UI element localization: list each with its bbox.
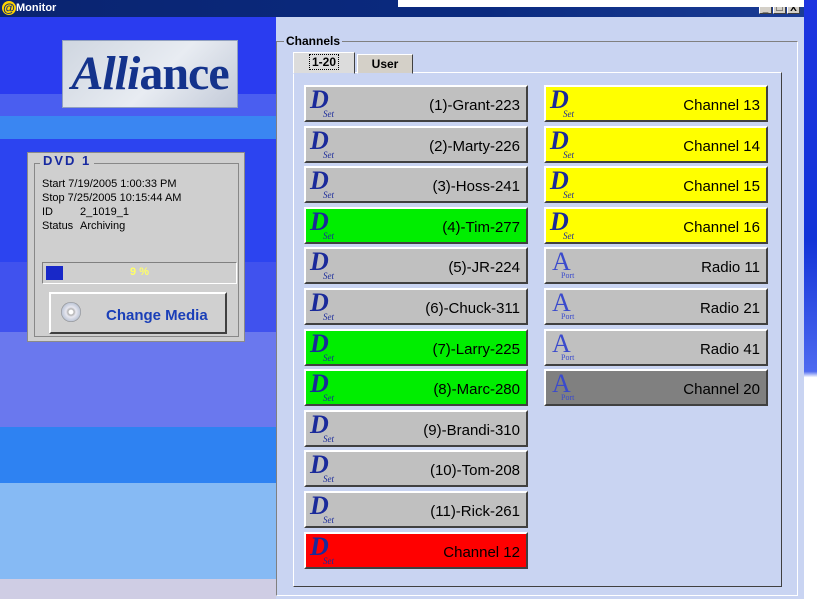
- channel-type-label: Set: [563, 149, 574, 160]
- tab-1-20-label: 1-20: [308, 54, 340, 70]
- channel-name: Channel 13: [683, 97, 760, 114]
- channel-type-label: Set: [323, 555, 334, 566]
- channel-name: (7)-Larry-225: [432, 340, 520, 358]
- channel-button[interactable]: A Port Channel 20: [544, 369, 768, 407]
- channel-type-label: Set: [323, 312, 334, 322]
- channel-name: Radio 41: [699, 340, 760, 358]
- progress-text: 9 %: [130, 266, 149, 278]
- channel-name: (2)-Marty-226: [429, 137, 520, 155]
- window-title: Monitor: [16, 2, 57, 14]
- archive-progress-bar: 9 %: [42, 262, 237, 284]
- channel-type-label: Set: [323, 230, 334, 241]
- channel-type-label: Set: [563, 109, 574, 119]
- channel-type-label: Set: [323, 190, 334, 201]
- alliance-logo: Alliance: [62, 40, 238, 108]
- channel-type-label: Set: [323, 271, 334, 282]
- channel-button[interactable]: D Set (5)-JR-224: [304, 247, 528, 285]
- channel-type-label: Set: [323, 352, 334, 363]
- channel-name: (9)-Brandi-310: [423, 421, 520, 439]
- dvd-title: DVD 1: [40, 153, 95, 168]
- channel-button[interactable]: D Set (1)-Grant-223: [304, 85, 528, 122]
- channel-type-label: Port: [561, 271, 575, 281]
- dvd-id-label: ID: [42, 206, 53, 218]
- channel-name: Channel 14: [683, 137, 760, 155]
- channel-button[interactable]: D Set Channel 13: [544, 85, 768, 122]
- channel-button[interactable]: A Port Radio 41: [544, 328, 768, 366]
- dvd-start-time: Start 7/19/2005 1:00:33 PM: [42, 178, 177, 190]
- monitor-window: @ Monitor _ □ X Alliance DVD 1 Start 7/1…: [0, 0, 804, 599]
- channel-button[interactable]: D Set (11)-Rick-261: [304, 491, 528, 528]
- channel-name: Channel 16: [683, 218, 760, 236]
- channel-button[interactable]: D Set Channel 14: [544, 125, 768, 163]
- channel-button[interactable]: D Set Channel 15: [544, 166, 768, 204]
- channel-button[interactable]: A Port Radio 11: [544, 247, 768, 285]
- channel-type-label: Set: [323, 109, 334, 119]
- tab-1-20[interactable]: 1-20: [293, 52, 355, 74]
- channel-button[interactable]: D Set Channel 12: [304, 531, 528, 569]
- channel-name: Channel 20: [683, 381, 760, 399]
- channel-name: (8)-Marc-280: [433, 381, 520, 399]
- channel-button[interactable]: D Set (6)-Chuck-311: [304, 288, 528, 325]
- channel-name: Channel 15: [683, 178, 760, 196]
- channel-name: Radio 21: [699, 300, 760, 317]
- channel-button[interactable]: D Set (8)-Marc-280: [304, 369, 528, 407]
- tab-user[interactable]: User: [357, 54, 413, 74]
- channel-type-label: Set: [323, 393, 334, 404]
- channel-name: (5)-JR-224: [448, 259, 520, 277]
- at-sign-icon: @: [2, 1, 16, 15]
- channel-name: (1)-Grant-223: [429, 97, 520, 114]
- channel-button[interactable]: D Set (7)-Larry-225: [304, 328, 528, 366]
- title-highlight: [398, 0, 804, 7]
- channel-type-label: Set: [563, 230, 574, 241]
- channels-group-label: Channels: [284, 34, 343, 48]
- channel-type-label: Port: [561, 312, 575, 321]
- channel-name: (10)-Tom-208: [429, 462, 520, 480]
- dvd-status-label: Status: [42, 220, 74, 232]
- channel-button[interactable]: D Set Channel 16: [544, 206, 768, 244]
- channel-type-label: Set: [323, 433, 334, 444]
- channel-button[interactable]: D Set (2)-Marty-226: [304, 125, 528, 163]
- channel-button[interactable]: D Set (9)-Brandi-310: [304, 409, 528, 447]
- channel-button[interactable]: D Set (3)-Hoss-241: [304, 166, 528, 204]
- channel-type-label: Set: [323, 515, 334, 525]
- change-media-button[interactable]: Change Media: [49, 292, 227, 334]
- channel-type-label: Port: [561, 393, 575, 403]
- channel-name: (4)-Tim-277: [442, 218, 520, 236]
- channel-button[interactable]: D Set (4)-Tim-277: [304, 206, 528, 244]
- dvd-stop-time: Stop 7/25/2005 10:15:44 AM: [42, 192, 182, 204]
- cd-icon: [61, 302, 81, 322]
- channel-name: Radio 11: [701, 259, 760, 277]
- channel-name: Channel 12: [443, 543, 520, 561]
- channel-name: (6)-Chuck-311: [425, 300, 520, 317]
- background-strip: [804, 0, 817, 599]
- change-media-label: Change Media: [106, 307, 208, 324]
- tab-user-label: User: [371, 57, 399, 71]
- channel-type-label: Set: [323, 474, 334, 485]
- channel-type-label: Port: [561, 352, 575, 362]
- channel-button[interactable]: A Port Radio 21: [544, 288, 768, 325]
- dvd-status-value: Archiving: [80, 220, 126, 232]
- dvd-id-value: 2_1019_1: [80, 206, 129, 218]
- channel-type-label: Set: [563, 190, 574, 201]
- channel-type-label: Set: [323, 149, 334, 160]
- channel-button[interactable]: D Set (10)-Tom-208: [304, 450, 528, 488]
- channel-name: (11)-Rick-261: [430, 503, 520, 520]
- channel-name: (3)-Hoss-241: [432, 178, 520, 196]
